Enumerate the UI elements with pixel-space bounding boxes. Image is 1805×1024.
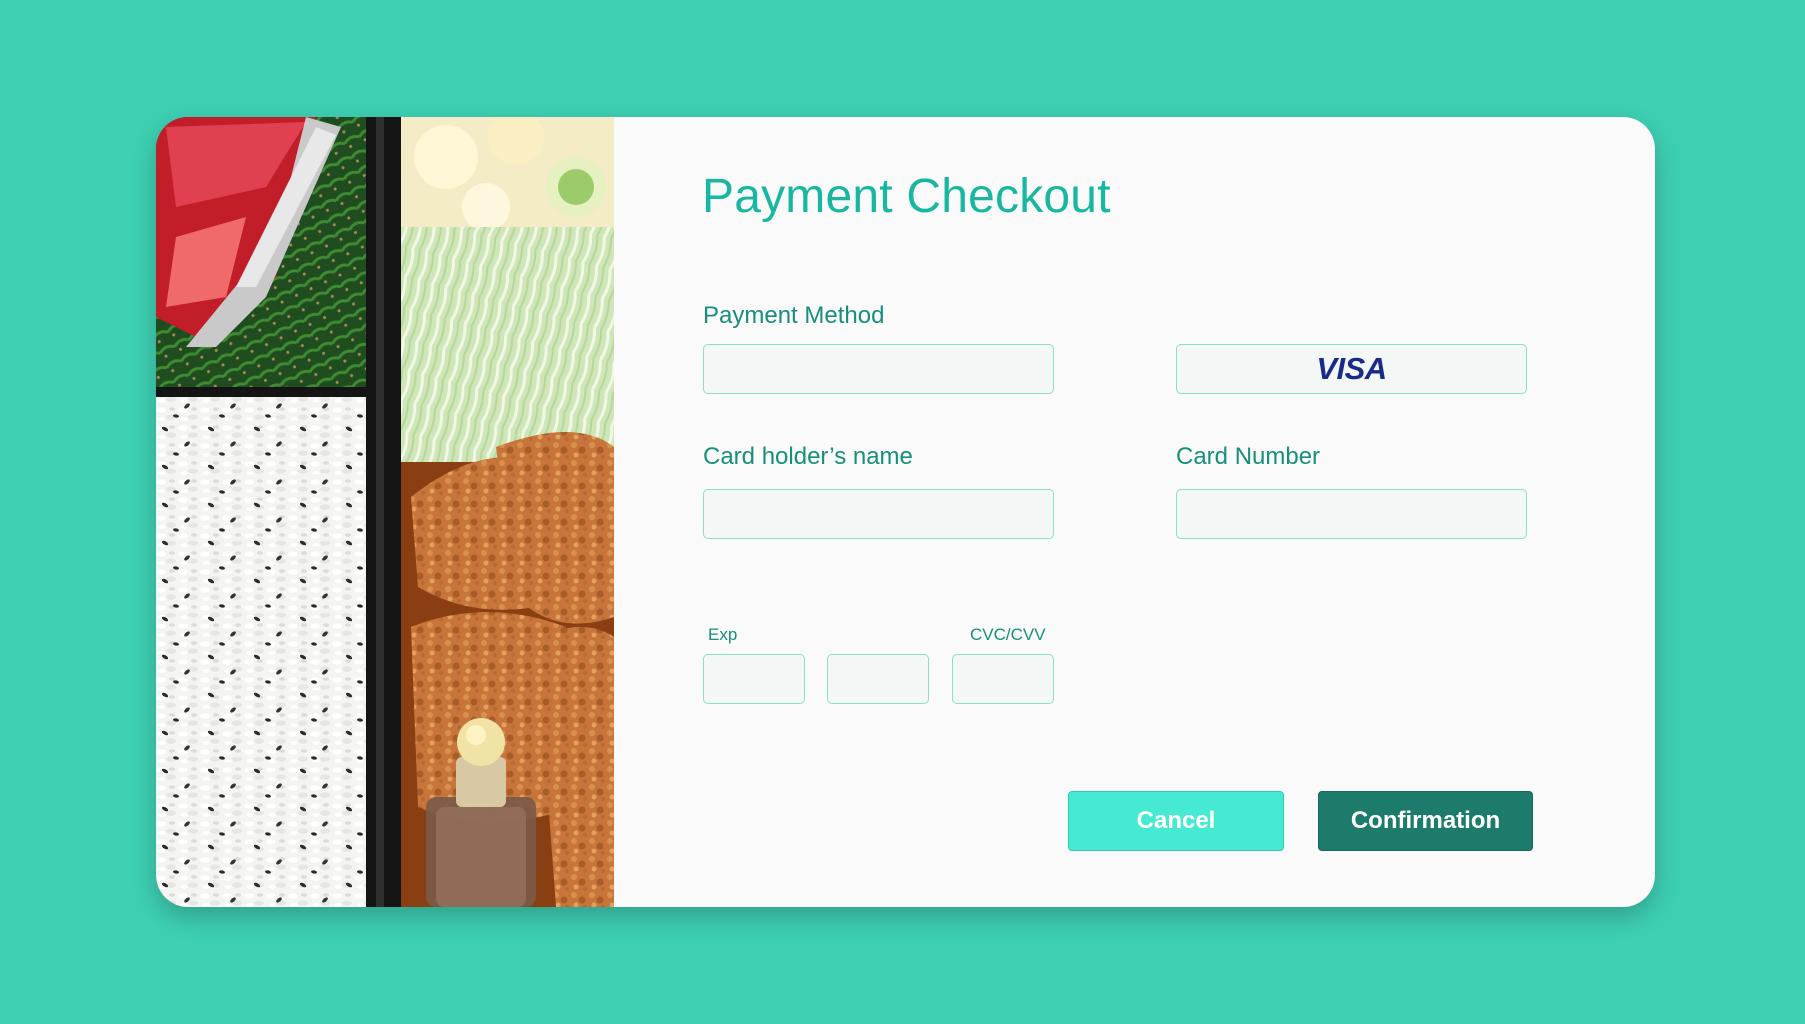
visa-card-option[interactable]: VISA bbox=[1176, 344, 1527, 394]
exp-year-field[interactable] bbox=[827, 654, 929, 704]
cvc-field[interactable] bbox=[952, 654, 1054, 704]
cancel-button[interactable]: Cancel bbox=[1068, 791, 1284, 851]
card-number-label: Card Number bbox=[1176, 443, 1321, 470]
checkout-card: Payment Checkout Payment Method VISA Car… bbox=[156, 117, 1655, 907]
payment-method-label: Payment Method bbox=[703, 302, 885, 329]
exp-label: Exp bbox=[708, 625, 738, 644]
page-title: Payment Checkout bbox=[702, 170, 1111, 223]
card-holder-field[interactable] bbox=[703, 489, 1054, 539]
cvc-label: CVC/CVV bbox=[970, 625, 1046, 644]
payment-method-field[interactable] bbox=[703, 344, 1054, 394]
card-number-field[interactable] bbox=[1176, 489, 1527, 539]
confirmation-button[interactable]: Confirmation bbox=[1318, 791, 1533, 851]
visa-logo-icon: VISA bbox=[1316, 351, 1387, 386]
exp-month-field[interactable] bbox=[703, 654, 805, 704]
card-holder-label: Card holder’s name bbox=[703, 443, 913, 470]
bento-box-photo bbox=[156, 117, 614, 907]
